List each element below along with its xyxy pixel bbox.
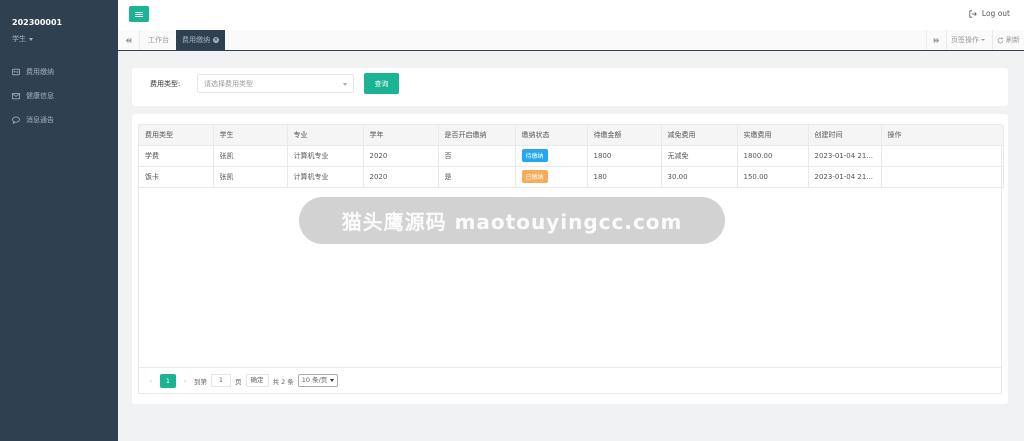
cell-waiver: 30.00 — [661, 166, 738, 188]
chevron-right-icon[interactable]: › — [180, 377, 190, 385]
hamburger-icon — [135, 11, 143, 17]
sidebar: 202300001 学生 费用缴纳 健康信息 消息通告 — [0, 0, 118, 441]
cell-due: 180 — [587, 166, 662, 188]
goto-confirm-button[interactable]: 确定 — [245, 374, 269, 387]
watermark-banner: 猫头鹰源码 maotouyingcc.com — [299, 197, 725, 244]
page-tabs-bar: 工作台 费用缴纳 × 页签操作 刷新 — [118, 30, 1024, 51]
column-header[interactable]: 待缴金额 — [587, 125, 662, 146]
cell-year: 2020 — [363, 166, 439, 188]
user-role-label: 学生 — [12, 35, 26, 43]
sidebar-item-label: 健康信息 — [26, 92, 54, 100]
sidebar-item-notices[interactable]: 消息通告 — [12, 113, 54, 127]
double-chevron-right-icon — [933, 37, 940, 43]
caret-down-icon — [330, 379, 335, 382]
column-header[interactable]: 缴纳状态 — [515, 125, 588, 146]
column-header[interactable]: 学生 — [213, 125, 288, 146]
refresh-button[interactable]: 刷新 — [992, 30, 1020, 50]
comment-icon — [12, 116, 20, 124]
cell-status: 已缴纳 — [515, 166, 588, 188]
cell-paid: 150.00 — [737, 166, 809, 188]
status-badge: 已缴纳 — [521, 170, 548, 183]
table-row[interactable]: 学费 张凯 计算机专业 2020 否 待缴纳 1800 无减免 1800.00 … — [139, 145, 1004, 167]
table-row[interactable]: 饭卡 张凯 计算机专业 2020 是 已缴纳 180 30.00 150.00 … — [139, 166, 1004, 188]
close-icon[interactable]: × — [213, 37, 219, 43]
cell-major: 计算机专业 — [287, 145, 364, 167]
column-header[interactable]: 费用类型 — [139, 125, 214, 146]
cell-created: 2023-01-04 21... — [808, 166, 882, 188]
tabs-scroll-left-button[interactable] — [118, 30, 140, 50]
sidebar-item-health-info[interactable]: 健康信息 — [12, 89, 54, 103]
fee-table: 费用类型 学生 专业 学年 是否开启缴纳 缴纳状态 待缴金额 减免费用 实缴费用… — [139, 125, 1004, 188]
double-chevron-left-icon — [125, 37, 132, 43]
user-id: 202300001 — [12, 18, 63, 27]
tab-operations-dropdown[interactable]: 页签操作 — [946, 30, 989, 50]
cell-paid: 1800.00 — [737, 145, 809, 167]
column-header[interactable]: 是否开启缴纳 — [438, 125, 516, 146]
cell-year: 2020 — [363, 145, 439, 167]
caret-down-icon — [343, 83, 347, 86]
column-header[interactable]: 减免费用 — [661, 125, 738, 146]
table-panel: 费用类型 学生 专业 学年 是否开启缴纳 缴纳状态 待缴金额 减免费用 实缴费用… — [132, 114, 1008, 404]
tab-operations-label: 页签操作 — [951, 36, 979, 44]
page-size-value: 10 条/页 — [301, 376, 328, 384]
cell-waiver: 无减免 — [661, 145, 738, 167]
column-header[interactable]: 创建时间 — [808, 125, 882, 146]
menu-toggle-button[interactable] — [129, 6, 149, 22]
cell-ops — [881, 166, 1004, 188]
column-header[interactable]: 操作 — [881, 125, 1004, 146]
tab-fee-payment[interactable]: 费用缴纳 × — [176, 30, 225, 50]
page-unit-label: 页 — [235, 377, 242, 386]
status-badge: 待缴纳 — [521, 149, 548, 162]
fee-type-placeholder: 请选择费用类型 — [204, 79, 253, 88]
pagination: ‹ 1 › 到第 1 页 确定 共 2 条 10 条/页 — [138, 367, 1002, 393]
fee-type-select[interactable]: 请选择费用类型 — [197, 74, 354, 93]
chevron-left-icon[interactable]: ‹ — [146, 377, 156, 385]
fee-table-container: 费用类型 学生 专业 学年 是否开启缴纳 缴纳状态 待缴金额 减免费用 实缴费用… — [138, 124, 1004, 394]
cell-fee-type: 学费 — [139, 145, 214, 167]
cell-enabled: 否 — [438, 145, 516, 167]
sign-out-icon — [969, 9, 977, 18]
refresh-label: 刷新 — [1006, 36, 1020, 44]
refresh-icon — [997, 36, 1004, 43]
logout-link[interactable]: Log out — [969, 9, 1010, 18]
sidebar-item-label: 消息通告 — [26, 116, 54, 124]
table-header-row: 费用类型 学生 专业 学年 是否开启缴纳 缴纳状态 待缴金额 减免费用 实缴费用… — [139, 125, 1004, 146]
page-button-current[interactable]: 1 — [160, 373, 176, 388]
sidebar-item-fee-payment[interactable]: 费用缴纳 — [12, 65, 54, 79]
tab-label: 工作台 — [148, 36, 169, 44]
cell-due: 1800 — [587, 145, 662, 167]
cell-fee-type: 饭卡 — [139, 166, 214, 188]
cell-ops — [881, 145, 1004, 167]
goto-label: 到第 — [194, 377, 207, 386]
total-count: 共 2 条 — [272, 377, 294, 386]
tabs-scroll-right-button[interactable] — [926, 30, 946, 50]
column-header[interactable]: 实缴费用 — [737, 125, 809, 146]
fee-type-label: 费用类型: — [150, 80, 181, 88]
id-card-icon — [12, 68, 20, 76]
top-bar: Log out — [118, 0, 1024, 30]
cell-status: 待缴纳 — [515, 145, 588, 167]
search-panel: 费用类型: 请选择费用类型 查询 — [132, 68, 1008, 106]
caret-down-icon — [981, 39, 985, 41]
cell-major: 计算机专业 — [287, 166, 364, 188]
tab-dashboard[interactable]: 工作台 — [142, 30, 175, 50]
cell-created: 2023-01-04 21... — [808, 145, 882, 167]
sidebar-item-label: 费用缴纳 — [26, 68, 54, 76]
cell-student: 张凯 — [213, 145, 288, 167]
query-button[interactable]: 查询 — [364, 73, 399, 94]
column-header[interactable]: 学年 — [363, 125, 439, 146]
user-role-dropdown[interactable]: 学生 — [12, 34, 33, 44]
tab-label: 费用缴纳 — [182, 36, 210, 44]
goto-page-input[interactable]: 1 — [211, 374, 231, 387]
envelope-icon — [12, 93, 20, 100]
cell-student: 张凯 — [213, 166, 288, 188]
logout-label: Log out — [981, 9, 1010, 18]
cell-enabled: 是 — [438, 166, 516, 188]
caret-down-icon — [29, 37, 33, 41]
page-size-select[interactable]: 10 条/页 — [297, 374, 339, 387]
column-header[interactable]: 专业 — [287, 125, 364, 146]
